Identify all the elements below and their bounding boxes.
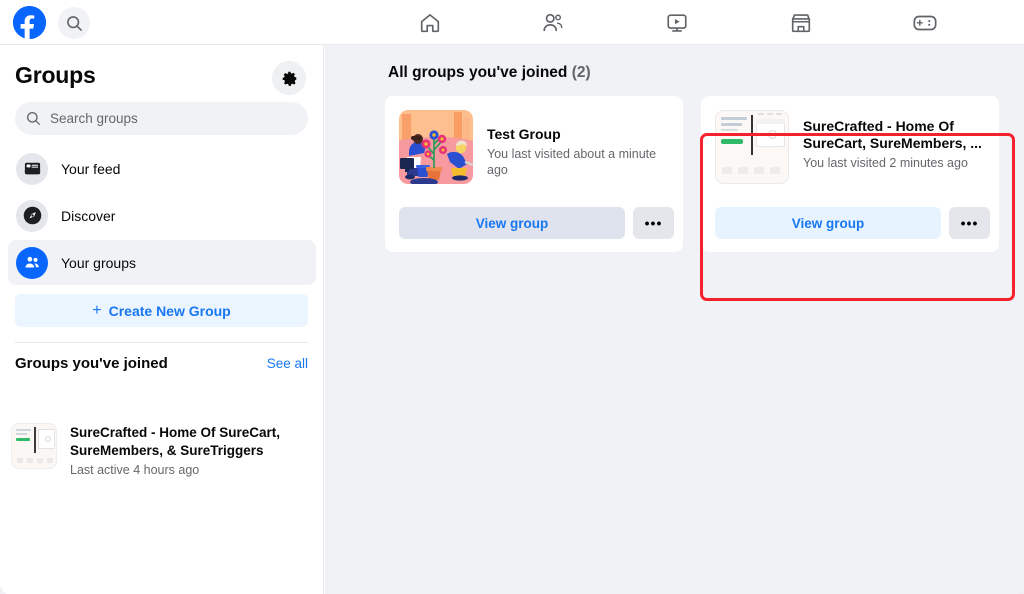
group-name: SureCrafted - Home Of SureCart, SureMemb… bbox=[803, 118, 982, 151]
main-heading: All groups you've joined (2) bbox=[388, 64, 591, 82]
more-options-button[interactable]: ••• bbox=[633, 207, 674, 239]
create-new-group-label: Create New Group bbox=[108, 302, 231, 319]
sidebar-divider bbox=[15, 342, 308, 343]
group-name: Test Group bbox=[487, 126, 561, 142]
compass-icon bbox=[16, 199, 48, 232]
plus-icon: + bbox=[92, 301, 102, 319]
garden-illustration-thumbnail-icon bbox=[399, 110, 473, 184]
group-card-actions: View group ••• bbox=[715, 207, 990, 239]
browser-window: Groups Search groups Your feed Discover … bbox=[0, 0, 1024, 594]
group-card-actions: View group ••• bbox=[399, 207, 674, 239]
search-icon bbox=[66, 15, 82, 31]
marketplace-icon bbox=[791, 13, 811, 32]
nav-home[interactable] bbox=[395, 0, 465, 45]
sidebar-item-your-feed[interactable]: Your feed bbox=[8, 146, 316, 191]
top-navigation-bar bbox=[0, 0, 1024, 45]
group-last-visited: You last visited about a minute ago bbox=[487, 147, 657, 177]
group-card-header: SureCrafted - Home Of SureCart, SureMemb… bbox=[715, 110, 991, 184]
group-card[interactable]: SureCrafted - Home Of SureCart, SureMemb… bbox=[701, 96, 999, 252]
groups-joined-title: Groups you've joined bbox=[15, 355, 168, 372]
group-name: SureCrafted - Home Of SureCart, SureMemb… bbox=[70, 425, 281, 458]
list-item[interactable]: SureCrafted - Home Of SureCart, SureMemb… bbox=[11, 423, 311, 477]
more-options-button[interactable]: ••• bbox=[949, 207, 990, 239]
sidebar-item-your-groups[interactable]: Your groups bbox=[8, 240, 316, 285]
group-last-active: Last active 4 hours ago bbox=[70, 463, 200, 477]
group-card-meta: SureCrafted - Home Of SureCart, SureMemb… bbox=[803, 110, 991, 171]
main-content: All groups you've joined (2) Test Group … bbox=[325, 45, 1024, 594]
groups-joined-header: Groups you've joined See all bbox=[15, 355, 308, 372]
search-groups-input[interactable]: Search groups bbox=[15, 102, 308, 135]
list-item-text: SureCrafted - Home Of SureCart, SureMemb… bbox=[70, 423, 311, 477]
more-options-label: ••• bbox=[644, 215, 663, 231]
nav-friends[interactable] bbox=[518, 0, 588, 45]
main-heading-text: All groups you've joined bbox=[388, 64, 568, 81]
view-group-button[interactable]: View group bbox=[715, 207, 941, 239]
more-options-label: ••• bbox=[960, 215, 979, 231]
search-groups-placeholder: Search groups bbox=[50, 111, 138, 126]
see-all-link[interactable]: See all bbox=[267, 356, 308, 371]
nav-marketplace[interactable] bbox=[766, 0, 836, 45]
group-last-visited: You last visited 2 minutes ago bbox=[803, 156, 968, 170]
feed-icon bbox=[16, 152, 48, 185]
home-icon bbox=[420, 13, 440, 32]
group-card-header: Test Group You last visited about a minu… bbox=[399, 110, 675, 184]
video-icon bbox=[667, 13, 687, 32]
surecrafted-thumbnail-icon bbox=[715, 110, 789, 184]
page-title: Groups bbox=[15, 62, 96, 88]
sidebar-item-label: Discover bbox=[61, 207, 116, 224]
settings-button[interactable] bbox=[272, 61, 306, 95]
gaming-icon bbox=[913, 15, 937, 30]
group-card-meta: Test Group You last visited about a minu… bbox=[487, 110, 675, 178]
main-heading-count: (2) bbox=[571, 64, 591, 81]
search-icon bbox=[26, 111, 41, 126]
gear-icon bbox=[282, 71, 296, 86]
create-new-group-button[interactable]: + Create New Group bbox=[15, 294, 308, 327]
sidebar-item-label: Your groups bbox=[61, 254, 136, 271]
nav-gaming[interactable] bbox=[890, 0, 960, 45]
group-card[interactable]: Test Group You last visited about a minu… bbox=[385, 96, 683, 252]
top-search-button[interactable] bbox=[58, 7, 90, 39]
surecrafted-thumbnail-icon bbox=[11, 423, 57, 469]
friends-icon bbox=[543, 13, 563, 31]
sidebar-item-discover[interactable]: Discover bbox=[8, 193, 316, 238]
facebook-logo-icon[interactable] bbox=[13, 6, 46, 39]
sidebar-item-label: Your feed bbox=[61, 160, 121, 177]
nav-video[interactable] bbox=[642, 0, 712, 45]
groups-icon bbox=[16, 246, 48, 279]
view-group-button[interactable]: View group bbox=[399, 207, 625, 239]
groups-sidebar: Groups Search groups Your feed Discover … bbox=[0, 45, 324, 594]
